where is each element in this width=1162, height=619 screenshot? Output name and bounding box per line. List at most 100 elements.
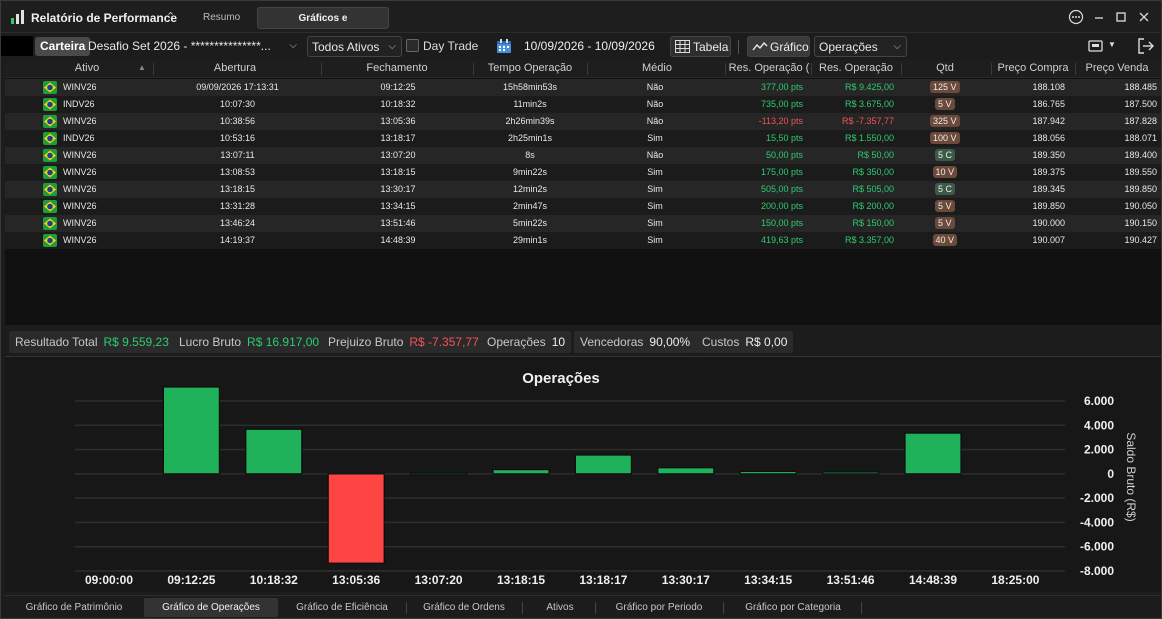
tab-resumo[interactable]: Resumo <box>189 7 254 29</box>
x-tick-label: 18:25:00 <box>991 573 1039 587</box>
account-select-value: Desafio Set 2026 - ***************... <box>88 39 271 53</box>
col-preco-venda[interactable]: Preço Venda <box>1077 62 1157 74</box>
date-range[interactable]: 10/09/2026 - 10/09/2026 <box>524 39 655 53</box>
cell-fechamento: 13:07:20 <box>380 150 416 160</box>
close-icon[interactable] <box>1136 9 1152 25</box>
qtd-badge: 10 V <box>932 166 958 178</box>
y-tick-label: -6.000 <box>1080 540 1114 554</box>
table-row[interactable]: INDV26 10:53:16 13:18:17 2h25min1s Sim 15,50 … <box>5 130 1161 147</box>
table-row[interactable]: WINV26 13:31:28 13:34:15 2min47s Sim 200,00 p… <box>5 198 1161 215</box>
btab-ordens[interactable]: Gráfico de Ordens <box>409 598 519 617</box>
table-row[interactable]: WINV26 13:07:11 13:07:20 8s Não 50,00 pts R$ 5… <box>5 147 1161 164</box>
x-tick-label: 10:18:32 <box>250 573 298 587</box>
table-row[interactable]: WINV26 13:08:53 13:18:15 9min22s Sim 175,00 p… <box>5 164 1161 181</box>
cell-abertura: 10:07:30 <box>219 99 256 109</box>
x-tick-label: 13:07:20 <box>415 573 463 587</box>
col-medio[interactable]: Médio <box>627 62 687 74</box>
bottom-tab-bar: Gráfico de Patrimônio Gráfico de Operaçõ… <box>5 595 1161 617</box>
table-row[interactable]: WINV26 13:18:15 13:30:17 12min2s Sim 505,00 p… <box>5 181 1161 198</box>
col-res-rs[interactable]: Res. Operação <box>813 62 899 74</box>
calendar-icon[interactable] <box>496 38 512 54</box>
col-abertura[interactable]: Abertura <box>185 62 285 74</box>
cell-res_pts: 419,63 pts <box>760 235 803 245</box>
grafico-button[interactable]: Gráfico <box>747 36 810 57</box>
btab-ativos[interactable]: Ativos <box>525 598 595 617</box>
sort-asc-icon[interactable]: ▲ <box>138 63 146 72</box>
x-tick-label: 14:48:39 <box>909 573 957 587</box>
cell-fechamento: 10:18:32 <box>380 99 416 109</box>
view-select-value: Operações <box>819 40 878 54</box>
grafico-label: Gráfico <box>770 40 809 54</box>
y-tick-label: -4.000 <box>1080 515 1114 529</box>
more-options-icon[interactable] <box>1068 9 1084 25</box>
account-select[interactable]: Desafio Set 2026 - ***************... ⌵ <box>84 36 302 57</box>
table-row[interactable]: INDV26 10:07:30 10:18:32 11min2s Não 735,00 p… <box>5 96 1161 113</box>
btab-operacoes[interactable]: Gráfico de Operações <box>144 598 278 617</box>
daytrade-checkbox[interactable] <box>406 39 419 52</box>
cell-tempo: 12min2s <box>512 184 548 194</box>
brazil-flag-icon <box>43 149 57 162</box>
cell-tempo: 8s <box>525 150 535 160</box>
table-row[interactable]: WINV26 09/09/2026 17:13:31 09:12:25 15h58mi… <box>5 79 1161 96</box>
btab-eficiencia[interactable]: Gráfico de Eficiência <box>283 598 401 617</box>
btab-categoria[interactable]: Gráfico por Categoria <box>726 598 860 617</box>
assets-select[interactable]: Todos Ativos ⌵ <box>307 36 402 57</box>
cell-abertura: 13:08:53 <box>219 167 256 177</box>
col-fechamento[interactable]: Fechamento <box>347 62 447 74</box>
cell-compra: 189.375 <box>1032 167 1065 177</box>
x-tick-label: 13:18:15 <box>497 573 545 587</box>
logout-icon[interactable] <box>1137 38 1155 54</box>
qtd-badge: 5 V <box>935 98 955 110</box>
qtd-badge: 5 C <box>935 183 956 195</box>
table-row[interactable]: WINV26 13:46:24 13:51:46 5min22s Sim 150,00 p… <box>5 215 1161 232</box>
cell-abertura: 13:31:28 <box>219 201 256 211</box>
cell-compra: 189.350 <box>1032 150 1065 160</box>
chevron-up-icon[interactable]: ⌃ <box>166 10 175 23</box>
cell-medio: Não <box>646 116 664 126</box>
col-tempo[interactable]: Tempo Operação <box>475 62 585 74</box>
y-tick-label: 4.000 <box>1084 418 1114 432</box>
cell-medio: Não <box>646 99 664 109</box>
summary-operacoes: Operações 10 <box>481 331 572 353</box>
btab-periodo[interactable]: Gráfico por Periodo <box>598 598 720 617</box>
cell-tempo: 2h25min1s <box>507 133 553 143</box>
chart-bar <box>410 472 468 476</box>
summary-lucro-bruto: Lucro Bruto R$ 16.917,00 <box>173 331 326 353</box>
cell-fechamento: 09:12:25 <box>380 82 416 92</box>
assets-select-value: Todos Ativos <box>312 40 380 54</box>
export-tray-icon[interactable] <box>1088 39 1104 53</box>
col-preco-compra[interactable]: Preço Compra <box>993 62 1073 74</box>
caret-down-icon[interactable]: ▼ <box>1108 40 1116 49</box>
col-ativo[interactable]: Ativo <box>57 62 117 74</box>
qtd-badge: 125 V <box>930 81 960 93</box>
btab-patrimonio[interactable]: Gráfico de Patrimônio <box>9 598 139 617</box>
operations-chart: Operações 6.000 4.000 2.000 0 -2.000 -4.000 -6.… <box>5 356 1161 592</box>
divider <box>738 40 739 54</box>
col-qtd[interactable]: Qtd <box>915 62 975 74</box>
cell-tempo: 15h58min53s <box>502 82 558 92</box>
cell-ativo: WINV26 <box>63 218 97 228</box>
tabela-button[interactable]: Tabela <box>670 36 731 57</box>
cell-res_pts: 377,00 pts <box>760 82 803 92</box>
cell-res_pts: 15,50 pts <box>765 133 803 143</box>
chart-bar <box>574 454 633 475</box>
minimize-icon[interactable] <box>1091 9 1107 25</box>
bar-chart-logo-icon <box>11 10 24 24</box>
table-row[interactable]: WINV26 14:19:37 14:48:39 29min1s Sim 419,63 p… <box>5 232 1161 249</box>
summary-prejuizo-bruto: Prejuizo Bruto R$ -7.357,77 <box>322 331 485 353</box>
cell-res_rs: R$ 1.550,00 <box>844 133 894 143</box>
table-icon <box>675 40 690 53</box>
qtd-badge: 325 V <box>930 115 960 127</box>
cell-ativo: WINV26 <box>63 184 97 194</box>
table-row[interactable]: WINV26 10:38:56 13:05:36 2h26min39s Não -113,… <box>5 113 1161 130</box>
app-window: Relatório de Performance ⌃ Resumo Gráfic… <box>0 0 1162 619</box>
cell-res_rs: R$ 50,00 <box>857 150 894 160</box>
tab-graficos-operacoes[interactable]: Gráficos e Operações <box>257 7 389 46</box>
cell-compra: 187.942 <box>1032 116 1065 126</box>
chevron-down-icon: ⌵ <box>893 41 901 52</box>
maximize-icon[interactable] <box>1113 9 1129 25</box>
brazil-flag-icon <box>43 98 57 111</box>
cell-venda: 187.500 <box>1124 99 1157 109</box>
view-select[interactable]: Operações ⌵ <box>814 36 907 57</box>
col-res-pts[interactable]: Res. Operação ( <box>727 62 811 74</box>
